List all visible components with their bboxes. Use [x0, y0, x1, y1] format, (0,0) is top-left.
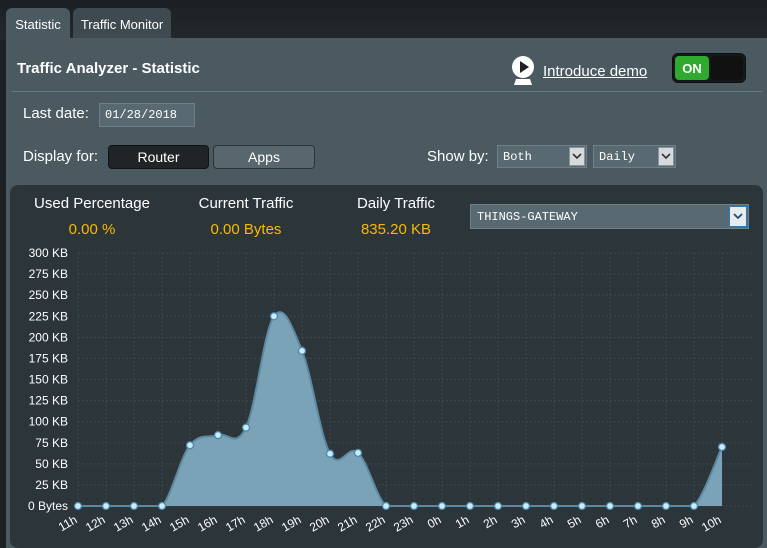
period-select[interactable]: Daily — [593, 145, 676, 168]
show-by-value: Both — [503, 150, 532, 164]
page-title: Traffic Analyzer - Statistic — [17, 60, 200, 77]
toggle-on-label: ON — [675, 56, 709, 80]
current-traffic-label: Current Traffic — [198, 195, 294, 212]
header-divider — [12, 91, 762, 92]
router-button[interactable]: Router — [108, 145, 209, 169]
play-demo-icon[interactable] — [510, 55, 536, 87]
current-traffic-value: 0.00 Bytes — [210, 221, 282, 238]
device-select[interactable]: THINGS-GATEWAY — [470, 204, 749, 229]
demo-toggle[interactable]: ON — [672, 53, 746, 83]
chevron-down-icon — [658, 147, 674, 166]
main-panel: Traffic Analyzer - Statistic Introduce d… — [6, 38, 767, 548]
device-value: THINGS-GATEWAY — [477, 210, 578, 224]
tab-statistic[interactable]: Statistic — [6, 8, 70, 40]
tab-traffic-monitor[interactable]: Traffic Monitor — [73, 8, 171, 40]
chevron-down-icon — [569, 147, 585, 166]
daily-traffic-label: Daily Traffic — [356, 195, 436, 212]
chevron-down-icon — [729, 206, 747, 227]
daily-traffic-value: 835.20 KB — [360, 221, 432, 238]
used-percentage-label: Used Percentage — [34, 195, 150, 212]
last-date-label: Last date: — [23, 105, 89, 122]
show-by-select[interactable]: Both — [497, 145, 587, 168]
period-value: Daily — [599, 150, 636, 164]
introduce-demo-link[interactable]: Introduce demo — [543, 63, 647, 80]
toggle-knob — [711, 56, 743, 80]
last-date-field[interactable]: 01/28/2018 — [99, 103, 195, 127]
display-for-label: Display for: — [23, 148, 99, 165]
apps-button[interactable]: Apps — [213, 145, 315, 169]
used-percentage-value: 0.00 % — [68, 221, 116, 238]
show-by-label: Show by: — [427, 148, 489, 165]
chart-panel: Used Percentage 0.00 % Current Traffic 0… — [10, 185, 763, 548]
